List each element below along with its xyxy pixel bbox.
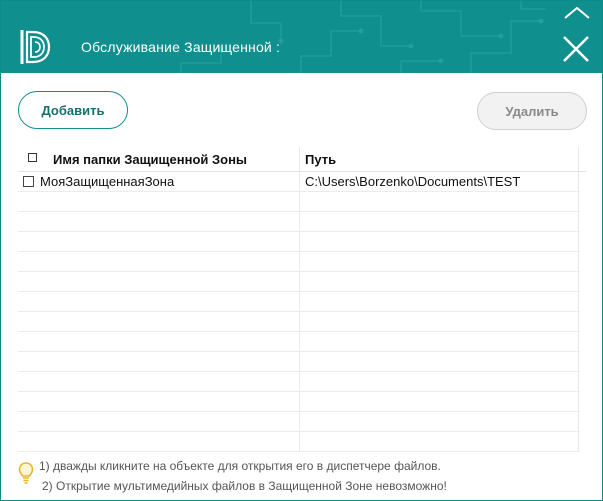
empty-row xyxy=(18,291,580,312)
empty-row xyxy=(18,411,580,432)
empty-row xyxy=(18,271,580,292)
window-title: Обслуживание Защищенной : xyxy=(81,39,281,55)
select-all-checkbox[interactable] xyxy=(28,153,37,162)
empty-row xyxy=(18,251,580,272)
add-button[interactable]: Добавить xyxy=(18,91,128,129)
circuit-pattern xyxy=(180,1,546,73)
lightbulb-icon xyxy=(18,462,34,484)
empty-row xyxy=(18,211,580,232)
table-header: Имя папки Защищенной Зоны Путь xyxy=(18,147,587,172)
empty-row xyxy=(18,391,580,412)
row-checkbox[interactable] xyxy=(23,176,34,187)
hint-text: 1) дважды кликните на объекте для открыт… xyxy=(39,459,441,473)
empty-row xyxy=(18,231,580,252)
empty-row xyxy=(18,191,580,212)
app-logo-icon xyxy=(20,30,51,64)
empty-row xyxy=(18,351,580,372)
title-bar[interactable]: Обслуживание Защищенной : xyxy=(1,1,602,73)
delete-button[interactable]: Удалить xyxy=(477,92,587,130)
folder-name-cell: МояЗащищеннаяЗона xyxy=(40,174,175,189)
hint-text: 2) Открытие мультимедийных файлов в Защи… xyxy=(42,479,447,493)
folder-path-cell: C:\Users\Borzenko\Documents\TEST xyxy=(305,174,521,189)
dialog-window: Обслуживание Защищенной : Добавить Удали… xyxy=(0,0,603,501)
table-row[interactable]: МояЗащищеннаяЗона C:\Users\Borzenko\Docu… xyxy=(18,171,580,192)
empty-row xyxy=(18,311,580,332)
column-header-path[interactable]: Путь xyxy=(305,152,336,167)
empty-row xyxy=(18,331,580,352)
empty-row xyxy=(18,371,580,392)
protected-zones-table: Имя папки Защищенной Зоны Путь МояЗащище… xyxy=(18,147,587,452)
empty-row xyxy=(18,431,580,452)
close-icon[interactable] xyxy=(556,29,596,69)
chevron-icon[interactable] xyxy=(564,7,590,19)
column-header-name[interactable]: Имя папки Защищенной Зоны xyxy=(53,152,247,167)
